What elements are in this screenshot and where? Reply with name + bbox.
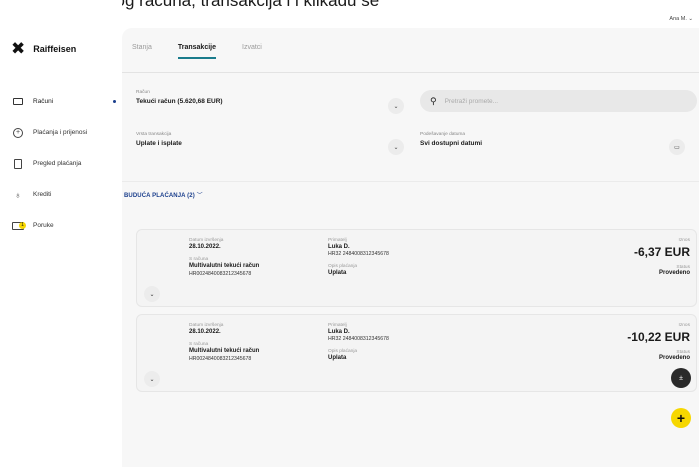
search-input[interactable]: ⚲ Pretraži promete... (420, 90, 697, 112)
chevron-down-icon: ⌄ (393, 144, 399, 151)
recipient-column: Primatelj Luka D. HR32 2484008312345678 … (328, 238, 389, 277)
tab-transakcije[interactable]: Transakcije (177, 44, 216, 59)
chevron-down-icon: ⌄ (688, 16, 693, 22)
sidebar-item-racuni[interactable]: Računi (0, 86, 122, 117)
sidebar-item-pregled[interactable]: Pregled plaćanja (0, 148, 122, 179)
chevron-down-icon: ⌄ (393, 103, 399, 110)
user-menu[interactable]: Ana M. ⌄ (669, 16, 693, 22)
calendar-button[interactable]: ▭ (669, 139, 685, 155)
date-filter[interactable]: Podešavanje datuma Svi dostupni datumi (420, 132, 482, 147)
search-icon: ⚲ (430, 95, 437, 106)
from-account-iban: HR0024840083212345678 (189, 355, 252, 362)
user-name: Ana M. (669, 16, 687, 22)
document-icon (12, 158, 24, 170)
amount-label: Iznos (678, 238, 690, 243)
amount-column: Iznos -10,22 EUR Status Provedeno (627, 323, 690, 361)
sidebar-item-label: Krediti (33, 191, 52, 198)
envelope-icon: 1 (12, 220, 26, 232)
calculator-button[interactable]: ± (671, 368, 691, 388)
transaction-card[interactable]: Datum izvršenja 28.10.2022. S računa Mul… (136, 229, 697, 307)
date-filter-label: Podešavanje datuma (420, 132, 466, 137)
recipient-iban: HR32 2484008312345678 (328, 336, 389, 343)
from-account-iban: HR0024840083212345678 (189, 270, 252, 277)
section-divider (122, 181, 699, 182)
date-column: Datum izvršenja 28.10.2022. S računa Mul… (189, 238, 259, 277)
transaction-type-value: Uplate i isplate (136, 140, 182, 147)
account-card-icon (12, 96, 24, 108)
payment-description: Uplata (328, 354, 347, 361)
logo[interactable]: ✖ Raiffeisen (11, 40, 76, 57)
sidebar: ✖ Raiffeisen Računi + Plaćanja i prijeno… (0, 0, 122, 467)
transaction-type-select[interactable]: Vrsta transakcija Uplate i isplate (136, 132, 182, 147)
sidebar-item-label: Računi (33, 98, 54, 105)
account-select-value: Tekući račun (5.620,68 EUR) (136, 98, 223, 105)
tabs-divider (122, 72, 699, 73)
chevron-down-icon: ⌄ (149, 376, 155, 383)
recipient-name: Luka D. (328, 328, 350, 335)
sidebar-item-label: Pregled plaćanja (33, 160, 82, 167)
search-placeholder: Pretraži promete... (444, 97, 499, 105)
sidebar-nav: Računi + Plaćanja i prijenosi Pregled pl… (0, 86, 122, 241)
calendar-icon: ▭ (674, 144, 680, 151)
main-panel: Stanja Transakcije Izvatci Račun Tekući … (122, 28, 699, 467)
amount-label: Iznos (678, 323, 690, 328)
active-indicator (113, 100, 116, 103)
sidebar-item-label: Poruke (33, 222, 54, 229)
tab-stanja[interactable]: Stanja (132, 44, 152, 59)
sidebar-item-krediti[interactable]: ♁ Krediti (0, 179, 122, 210)
date-filter-value: Svi dostupni datumi (420, 140, 483, 147)
account-select-label: Račun (136, 90, 150, 95)
expand-button[interactable]: ⌄ (144, 371, 160, 387)
payments-plus-icon: + (12, 127, 24, 139)
raiffeisen-logo-icon: ✖ (11, 39, 26, 58)
sidebar-item-placanja[interactable]: + Plaćanja i prijenosi (0, 117, 122, 148)
chevron-down-icon: ⌄ (149, 291, 155, 298)
account-dropdown-button[interactable]: ⌄ (388, 98, 404, 114)
amount-column: Iznos -6,37 EUR Status Provedeno (634, 238, 690, 276)
type-dropdown-button[interactable]: ⌄ (388, 139, 404, 155)
amount-value: -6,37 EUR (633, 245, 690, 259)
message-badge: 1 (19, 221, 26, 229)
transaction-type-label: Vrsta transakcija (136, 132, 172, 137)
account-select[interactable]: Račun Tekući račun (5.620,68 EUR) (136, 90, 223, 105)
recipient-column: Primatelj Luka D. HR32 2484008312345678 … (328, 323, 389, 362)
status-value: Provedeno (658, 355, 690, 361)
calculator-icon: ± (679, 374, 683, 382)
recipient-iban: HR32 2484008312345678 (328, 251, 389, 258)
expand-button[interactable]: ⌄ (144, 286, 160, 302)
amount-value: -10,22 EUR (627, 330, 690, 344)
payment-description: Uplata (328, 269, 347, 276)
add-button[interactable]: + (671, 408, 691, 428)
tab-bar: Stanja Transakcije Izvatci (132, 44, 262, 59)
from-account-name: Multivalutni tekući račun (189, 263, 260, 270)
tab-izvatci[interactable]: Izvatci (242, 44, 262, 59)
brand-name: Raiffeisen (33, 43, 77, 54)
status-value: Provedeno (658, 270, 690, 276)
money-bag-icon: ♁ (14, 189, 22, 200)
execution-date: 28.10.2022. (189, 243, 221, 250)
transaction-card[interactable]: Datum izvršenja 28.10.2022. S računa Mul… (136, 314, 697, 392)
future-payments-title: BUDUĆA PLAĆANJA (2) (124, 193, 195, 199)
date-column: Datum izvršenja 28.10.2022. S računa Mul… (189, 323, 259, 362)
future-payments-toggle[interactable]: BUDUĆA PLAĆANJA (2) ﹀ (124, 190, 203, 199)
execution-date: 28.10.2022. (189, 328, 221, 335)
from-account-name: Multivalutni tekući račun (189, 348, 260, 355)
plus-icon: + (676, 410, 686, 426)
sidebar-item-label: Plaćanja i prijenosi (33, 129, 88, 136)
recipient-name: Luka D. (328, 243, 350, 250)
chevron-down-icon: ﹀ (196, 193, 203, 199)
sidebar-item-poruke[interactable]: 1 Poruke (0, 210, 122, 241)
